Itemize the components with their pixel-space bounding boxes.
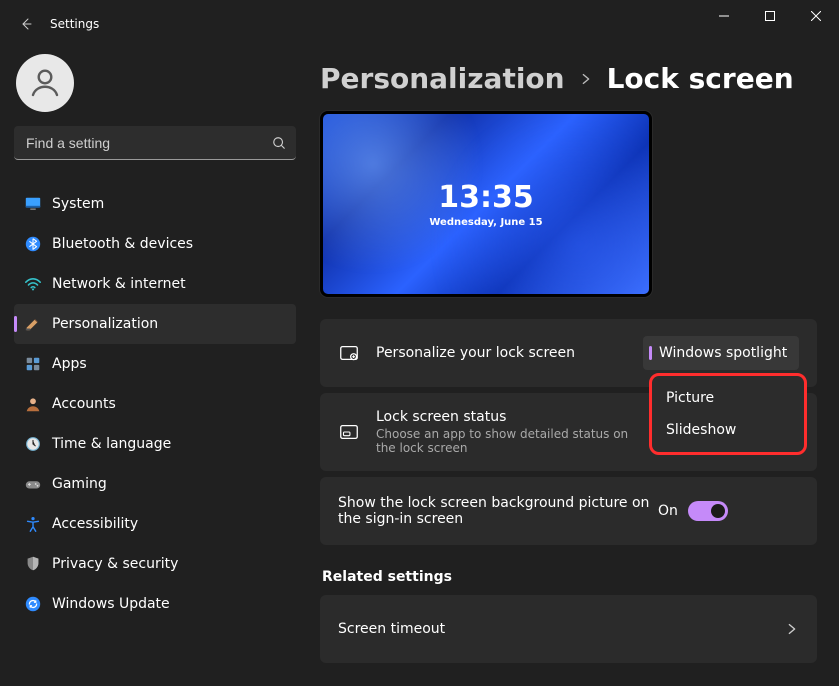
close-icon	[811, 11, 821, 21]
account-header[interactable]	[14, 48, 296, 118]
sidebar-item-time-language[interactable]: Time & language	[14, 424, 296, 464]
update-icon	[24, 595, 52, 613]
personalize-title: Personalize your lock screen	[376, 345, 643, 361]
sidebar-item-label: Accessibility	[52, 516, 138, 532]
sidebar-item-apps[interactable]: Apps	[14, 344, 296, 384]
sidebar-item-privacy[interactable]: Privacy & security	[14, 544, 296, 584]
window-controls	[701, 0, 839, 32]
sidebar-item-update[interactable]: Windows Update	[14, 584, 296, 624]
signin-title: Show the lock screen background picture …	[338, 495, 658, 527]
sidebar-item-label: System	[52, 196, 104, 212]
nav-list: System Bluetooth & devices Network & int…	[14, 184, 296, 624]
arrow-left-icon	[18, 16, 34, 32]
dropdown-option-picture[interactable]: Picture	[652, 382, 804, 414]
accessibility-icon	[24, 515, 52, 533]
toggle-state-label: On	[658, 503, 678, 519]
maximize-button[interactable]	[747, 0, 793, 32]
sidebar-item-bluetooth[interactable]: Bluetooth & devices	[14, 224, 296, 264]
minimize-icon	[719, 11, 729, 21]
sidebar-item-gaming[interactable]: Gaming	[14, 464, 296, 504]
dropdown-value: Windows spotlight	[659, 345, 789, 361]
sidebar: System Bluetooth & devices Network & int…	[0, 48, 310, 686]
system-icon	[24, 195, 52, 213]
chevron-right-icon	[785, 622, 799, 636]
sidebar-item-accessibility[interactable]: Accessibility	[14, 504, 296, 544]
main-content: Personalization Lock screen 13:35 Wednes…	[310, 48, 839, 686]
related-heading: Related settings	[322, 569, 817, 585]
personalize-dropdown-menu: Picture Slideshow	[649, 373, 807, 455]
screen-timeout-label: Screen timeout	[338, 621, 785, 637]
window-title: Settings	[50, 17, 99, 31]
close-button[interactable]	[793, 0, 839, 32]
sidebar-item-label: Personalization	[52, 316, 158, 332]
signin-toggle[interactable]	[688, 501, 728, 521]
back-button[interactable]	[8, 6, 44, 42]
breadcrumb-parent[interactable]: Personalization	[320, 62, 565, 95]
sidebar-item-label: Network & internet	[52, 276, 186, 292]
chevron-right-icon	[579, 72, 593, 86]
personalize-row: Personalize your lock screen Windows spo…	[320, 319, 817, 387]
search-input[interactable]	[14, 126, 296, 160]
minimize-button[interactable]	[701, 0, 747, 32]
accounts-icon	[24, 395, 52, 413]
status-subtitle: Choose an app to show detailed status on…	[376, 427, 636, 455]
maximize-icon	[765, 11, 775, 21]
search-icon	[272, 136, 286, 150]
apps-icon	[24, 355, 52, 373]
sidebar-item-accounts[interactable]: Accounts	[14, 384, 296, 424]
status-icon	[338, 421, 376, 443]
sidebar-item-label: Gaming	[52, 476, 107, 492]
gaming-icon	[24, 475, 52, 493]
person-icon	[27, 65, 63, 101]
picture-icon	[338, 342, 376, 364]
page-title: Lock screen	[607, 62, 794, 95]
preview-date: Wednesday, June 15	[429, 217, 542, 228]
sidebar-item-label: Privacy & security	[52, 556, 178, 572]
sidebar-item-label: Time & language	[52, 436, 171, 452]
network-icon	[24, 275, 52, 293]
dropdown-option-slideshow[interactable]: Slideshow	[652, 414, 804, 446]
sidebar-item-network[interactable]: Network & internet	[14, 264, 296, 304]
screen-timeout-row[interactable]: Screen timeout	[320, 595, 817, 663]
privacy-icon	[24, 555, 52, 573]
bluetooth-icon	[24, 235, 52, 253]
sidebar-item-personalization[interactable]: Personalization	[14, 304, 296, 344]
signin-row: Show the lock screen background picture …	[320, 477, 817, 545]
search-wrap	[14, 126, 296, 160]
personalize-dropdown[interactable]: Windows spotlight	[643, 336, 799, 370]
titlebar: Settings	[0, 0, 839, 48]
sidebar-item-system[interactable]: System	[14, 184, 296, 224]
sidebar-item-label: Windows Update	[52, 596, 170, 612]
avatar	[16, 54, 74, 112]
breadcrumb: Personalization Lock screen	[320, 62, 817, 95]
lock-screen-preview: 13:35 Wednesday, June 15	[320, 111, 652, 297]
personalization-icon	[24, 315, 52, 333]
sidebar-item-label: Accounts	[52, 396, 116, 412]
sidebar-item-label: Bluetooth & devices	[52, 236, 193, 252]
preview-time: 13:35	[438, 180, 534, 215]
time-icon	[24, 435, 52, 453]
sidebar-item-label: Apps	[52, 356, 87, 372]
